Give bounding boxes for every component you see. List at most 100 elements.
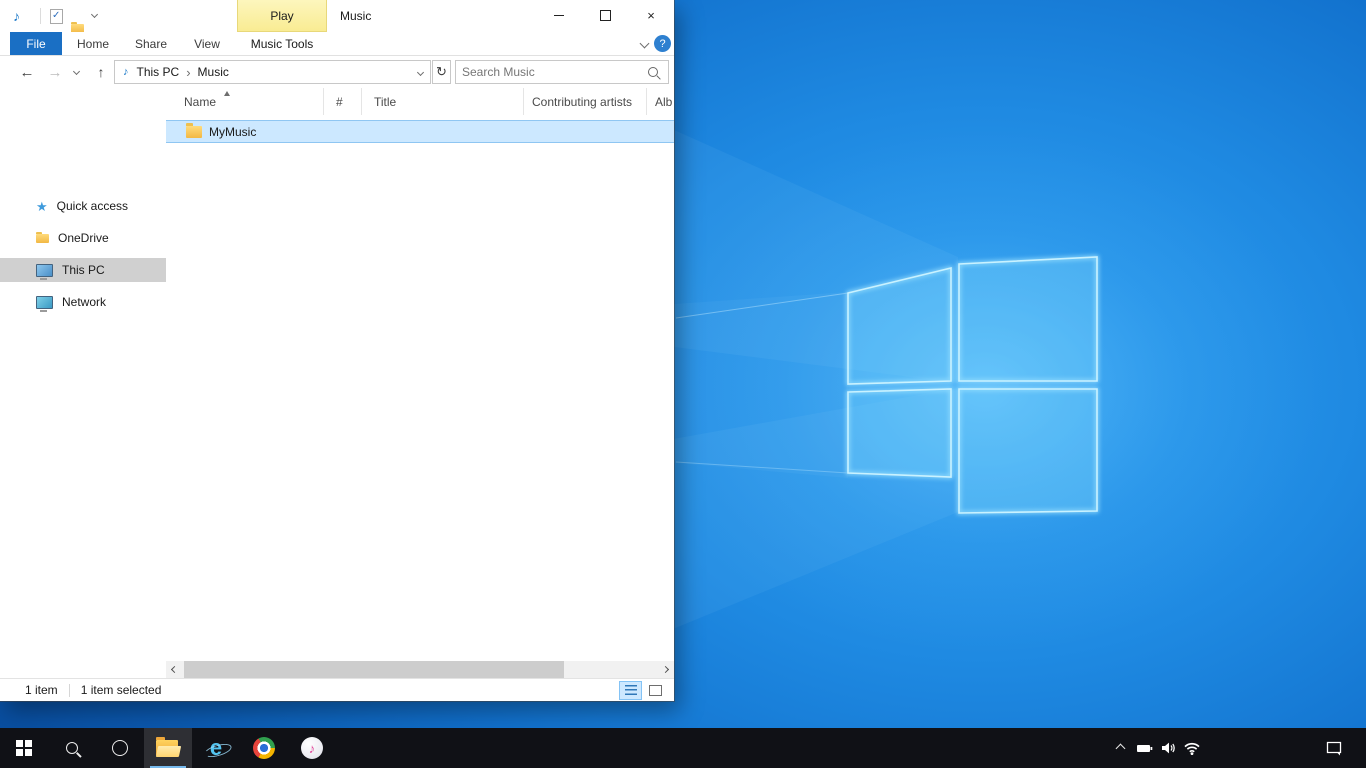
up-button[interactable]: ↑ [90, 56, 112, 88]
sidebar-item-label: OneDrive [58, 231, 109, 245]
column-header-title[interactable]: Title [362, 88, 524, 115]
qat-customize-chevron-icon[interactable] [91, 11, 98, 18]
file-row-mymusic-selected[interactable]: MyMusic [166, 120, 674, 143]
folder-icon [186, 126, 202, 138]
window-title: Music [340, 0, 371, 32]
navigation-pane: ★ Quick access OneDrive This PC Network [0, 88, 166, 678]
view-toggles [619, 681, 667, 700]
tab-share[interactable]: Share [126, 32, 176, 55]
details-view-icon [625, 685, 637, 695]
expand-ribbon-chevron-icon[interactable] [640, 39, 650, 49]
taskbar-file-explorer-button[interactable] [144, 728, 192, 768]
breadcrumb-separator-icon: › [181, 65, 195, 80]
column-label: Name [184, 95, 216, 109]
close-icon: × [647, 8, 655, 23]
column-label: Alb [655, 95, 672, 109]
scroll-left-button[interactable] [166, 661, 183, 678]
taskbar-search-button[interactable] [48, 728, 96, 768]
sidebar-item-label: Quick access [57, 199, 128, 213]
recent-locations-chevron-icon[interactable] [73, 68, 80, 75]
music-note-icon: ♪ [13, 8, 20, 24]
maximize-button[interactable] [582, 0, 628, 31]
tab-home[interactable]: Home [68, 32, 118, 55]
taskbar: e ♪ [0, 728, 1366, 768]
status-divider [69, 684, 70, 697]
tray-network-button[interactable] [1180, 728, 1204, 768]
taskbar-chrome-button[interactable] [240, 728, 288, 768]
details-view-button[interactable] [619, 681, 642, 700]
taskbar-itunes-button[interactable]: ♪ [288, 728, 336, 768]
address-dropdown-button[interactable] [410, 70, 430, 75]
sort-ascending-icon [224, 91, 230, 96]
system-tray [1108, 728, 1366, 768]
cortana-icon [112, 740, 128, 756]
selection-count: 1 item selected [81, 683, 162, 697]
tray-show-hidden-icons-button[interactable] [1108, 728, 1132, 768]
refresh-button[interactable]: ↻ [432, 60, 451, 84]
scroll-right-button[interactable] [657, 661, 674, 678]
maximize-icon [600, 10, 611, 21]
back-button[interactable]: ← [16, 56, 38, 88]
minimize-icon [554, 15, 564, 16]
action-center-button[interactable] [1316, 728, 1352, 768]
wifi-icon [1183, 740, 1201, 756]
check-glyph: ✓ [52, 10, 60, 22]
file-explorer-icon [156, 740, 180, 757]
column-header-album[interactable]: Alb [647, 88, 674, 115]
tray-empty-area [1204, 728, 1316, 768]
scrollbar-thumb[interactable] [184, 661, 564, 678]
search-input[interactable] [456, 65, 648, 79]
file-list-area: Name # Title Contributing artists Alb [166, 88, 674, 678]
music-note-glyph: ♪ [309, 741, 316, 756]
horizontal-scrollbar[interactable] [166, 661, 674, 678]
sidebar-item-label: Network [62, 295, 106, 309]
column-header-number[interactable]: # [324, 88, 362, 115]
tab-music-tools[interactable]: Music Tools [237, 32, 327, 55]
large-icons-view-button[interactable] [644, 681, 667, 700]
minimize-button[interactable] [536, 0, 582, 31]
network-icon [36, 296, 53, 309]
explorer-window: ♪ ✓ Play Music × File Home Share View Mu… [0, 0, 674, 701]
ribbon-tab-row: File Home Share View Music Tools ? [0, 32, 674, 56]
sidebar-item-this-pc[interactable]: This PC [0, 258, 166, 282]
sidebar-item-network[interactable]: Network [0, 290, 166, 314]
action-center-icon [1325, 740, 1343, 756]
internet-explorer-icon: e [210, 737, 222, 759]
sidebar-item-quick-access[interactable]: ★ Quick access [0, 194, 166, 218]
column-header-name[interactable]: Name [166, 88, 324, 115]
help-button[interactable]: ? [654, 35, 671, 52]
star-icon: ★ [36, 200, 48, 213]
breadcrumb-music[interactable]: Music [196, 65, 231, 79]
large-icons-view-icon [649, 685, 662, 696]
search-icon [66, 742, 78, 754]
search-icon[interactable] [648, 67, 658, 77]
search-box [455, 60, 669, 84]
battery-icon [1136, 740, 1153, 756]
folder-icon [36, 234, 49, 243]
contextual-caption-play[interactable]: Play [237, 0, 327, 32]
qat-properties-icon[interactable]: ✓ [50, 9, 63, 24]
file-name: MyMusic [209, 125, 256, 139]
tray-battery-button[interactable] [1132, 728, 1156, 768]
status-bar: 1 item 1 item selected [0, 678, 674, 701]
close-button[interactable]: × [628, 0, 674, 31]
titlebar-separator [40, 8, 41, 24]
tab-file[interactable]: File [10, 32, 62, 55]
address-row: ← → ↑ ♪ This PC › Music ↻ [0, 56, 674, 89]
sidebar-item-onedrive[interactable]: OneDrive [0, 226, 166, 250]
cortana-button[interactable] [96, 728, 144, 768]
column-label: # [336, 95, 343, 109]
column-header-contributing-artists[interactable]: Contributing artists [524, 88, 647, 115]
tab-view[interactable]: View [182, 32, 232, 55]
forward-button[interactable]: → [44, 56, 66, 88]
itunes-icon: ♪ [301, 737, 323, 759]
speaker-icon [1160, 740, 1176, 756]
desktop: ♪ ✓ Play Music × File Home Share View Mu… [0, 0, 1366, 768]
address-music-icon: ♪ [123, 66, 129, 78]
start-button[interactable] [0, 728, 48, 768]
taskbar-internet-explorer-button[interactable]: e [192, 728, 240, 768]
breadcrumb-this-pc[interactable]: This PC [135, 65, 182, 79]
address-bar[interactable]: ♪ This PC › Music [114, 60, 431, 84]
tray-volume-button[interactable] [1156, 728, 1180, 768]
chevron-up-icon [1115, 743, 1125, 753]
